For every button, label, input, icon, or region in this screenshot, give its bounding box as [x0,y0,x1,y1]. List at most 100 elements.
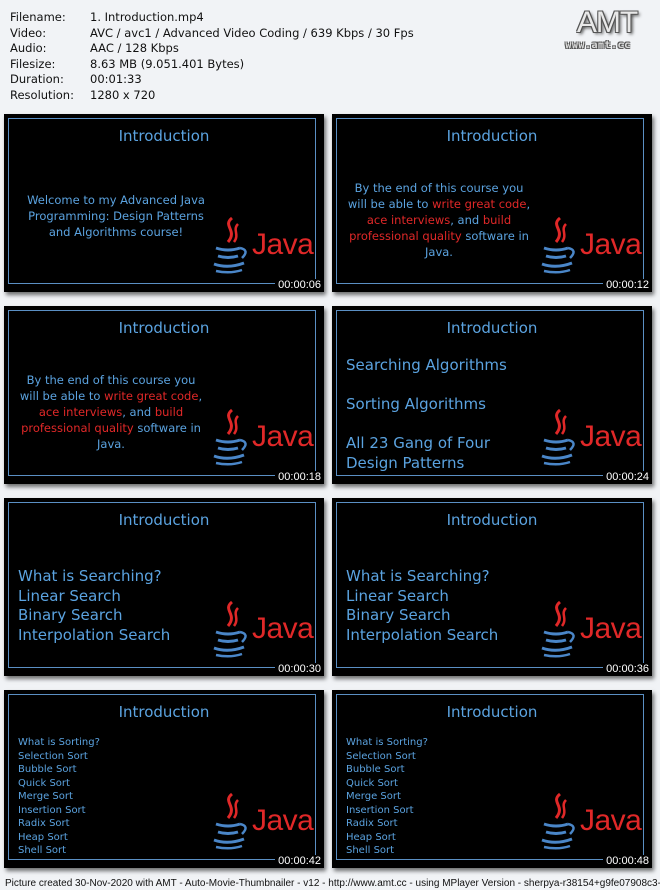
file-info: Filename: 1. Introduction.mp4 Video: AVC… [10,10,414,103]
slide-title: Introduction [118,319,210,337]
list-item: Binary Search [346,606,451,624]
timestamp: 00:00:06 [275,279,324,292]
info-label: Audio: [10,41,47,55]
java-logo: Java [536,214,642,276]
list-item: Linear Search [346,586,449,605]
java-logo: Java [208,406,314,468]
list-item: Binary Search [18,606,123,624]
body-text: , [198,389,203,403]
list-item [346,376,507,396]
info-label: Filesize: [10,56,56,71]
highlight-text: write great code [432,197,527,211]
slide-title: Introduction [446,127,538,145]
info-row-filesize: Filesize: 8.63 MB (9.051.401 Bytes) [10,57,414,73]
list-item: Selection Sort [18,750,88,762]
java-cup-icon [541,408,575,466]
java-logo: Java [536,790,642,852]
body-text: , and [450,213,483,227]
list-item: Radix Sort [346,818,398,829]
list-item: Insertion Sort [18,804,86,816]
slide-list: What is Searching? Linear Search Binary Se… [346,567,498,645]
list-item: Insertion Sort [346,804,414,816]
java-wordmark: Java [580,804,642,837]
list-item: Quick Sort [18,777,70,789]
list-item: What is Searching? [346,567,490,585]
java-cup-icon [541,792,575,850]
java-logo: Java [536,406,642,468]
timestamp: 00:00:48 [603,855,652,868]
info-value: 8.63 MB (9.051.401 Bytes) [90,56,245,71]
list-item: Selection Sort [346,750,416,762]
list-item: Design Patterns [346,453,465,472]
slide-list: What is Sorting? Selection Sort Bubble Sor… [18,736,100,858]
thumbnail-3[interactable]: Introduction By the end of this course y… [4,306,324,484]
list-item: Bubble Sort [346,764,405,775]
highlight-text: ace interviews [366,213,451,227]
timestamp: 00:00:12 [603,279,652,292]
java-wordmark: Java [252,804,314,837]
footer-credit: Picture created 30-Nov-2020 with AMT - A… [5,878,660,889]
thumbnail-2[interactable]: Introduction By the end of this course y… [332,114,652,292]
info-label: Video: [10,25,47,40]
java-cup-icon [213,408,247,466]
info-row-resolution: Resolution: 1280 x 720 [10,88,414,104]
java-cup-icon [213,792,247,850]
slide-text: Welcome to my Advanced Java Programming:… [27,193,205,239]
slide-title: Introduction [446,511,538,529]
java-logo: Java [536,598,642,660]
info-label: Filename: [10,10,66,24]
list-item: Heap Sort [18,831,68,843]
list-item: Merge Sort [346,791,401,802]
body-text: , [526,197,531,211]
list-item: Heap Sort [346,831,396,843]
info-value: AAC / 128 Kbps [90,41,179,55]
timestamp: 00:00:24 [603,471,652,484]
slide-text: By the end of this course you will be ab… [344,180,534,260]
info-row-video: Video: AVC / avc1 / Advanced Video Codin… [10,26,414,42]
list-item: Shell Sort [18,845,67,856]
list-item: Merge Sort [18,791,73,802]
info-value: 00:01:33 [90,72,142,86]
list-item: Shell Sort [346,845,395,856]
logo-url: www.amt.cc [565,40,631,51]
info-value: AVC / avc1 / Advanced Video Coding / 639… [90,25,414,40]
slide-list: Searching Algorithms Sorting Algorithms … [346,356,507,473]
slide-title: Introduction [118,511,210,529]
java-cup-icon [213,216,247,274]
java-wordmark: Java [252,420,314,453]
thumbnail-4[interactable]: Introduction Searching Algorithms Sortin… [332,306,652,484]
info-row-audio: Audio: AAC / 128 Kbps [10,41,414,57]
thumbnail-1[interactable]: Introduction Welcome to my Advanced Java… [4,114,324,292]
slide-text: By the end of this course you will be ab… [16,372,206,452]
slide-title: Introduction [118,703,210,721]
thumbnail-5[interactable]: Introduction What is Searching? Linear Se… [4,498,324,676]
java-logo: Java [208,598,314,660]
list-item: All 23 Gang of Four [346,434,491,452]
list-item: Interpolation Search [18,625,171,644]
body-text: , and [122,405,155,419]
timestamp: 00:00:18 [275,471,324,484]
timestamp: 00:00:36 [603,663,652,676]
thumbnail-6[interactable]: Introduction What is Searching? Linear Se… [332,498,652,676]
java-wordmark: Java [580,612,642,645]
thumbnail-8[interactable]: Introduction What is Sorting? Selection S… [332,690,652,868]
list-item: Interpolation Search [346,625,499,644]
slide-list: What is Searching? Linear Search Binary Se… [18,567,170,645]
java-logo: Java [208,790,314,852]
amt-logo: AMT www.amt.cc [548,6,648,52]
list-item: Linear Search [18,586,121,605]
thumbnail-7[interactable]: Introduction What is Sorting? Selection S… [4,690,324,868]
info-value: 1280 x 720 [90,87,156,102]
slide-list: What is Sorting? Selection Sort Bubble Sor… [346,736,428,858]
logo-name: AMT [576,6,638,39]
list-item: What is Sorting? [346,737,428,748]
java-wordmark: Java [252,228,314,261]
list-item: Sorting Algorithms [346,395,486,413]
java-wordmark: Java [252,612,314,645]
list-item: Radix Sort [18,818,70,829]
java-cup-icon [213,600,247,658]
info-label: Duration: [10,72,64,86]
java-cup-icon [541,216,575,274]
list-item: Searching Algorithms [346,356,507,374]
list-item: Bubble Sort [18,764,77,775]
